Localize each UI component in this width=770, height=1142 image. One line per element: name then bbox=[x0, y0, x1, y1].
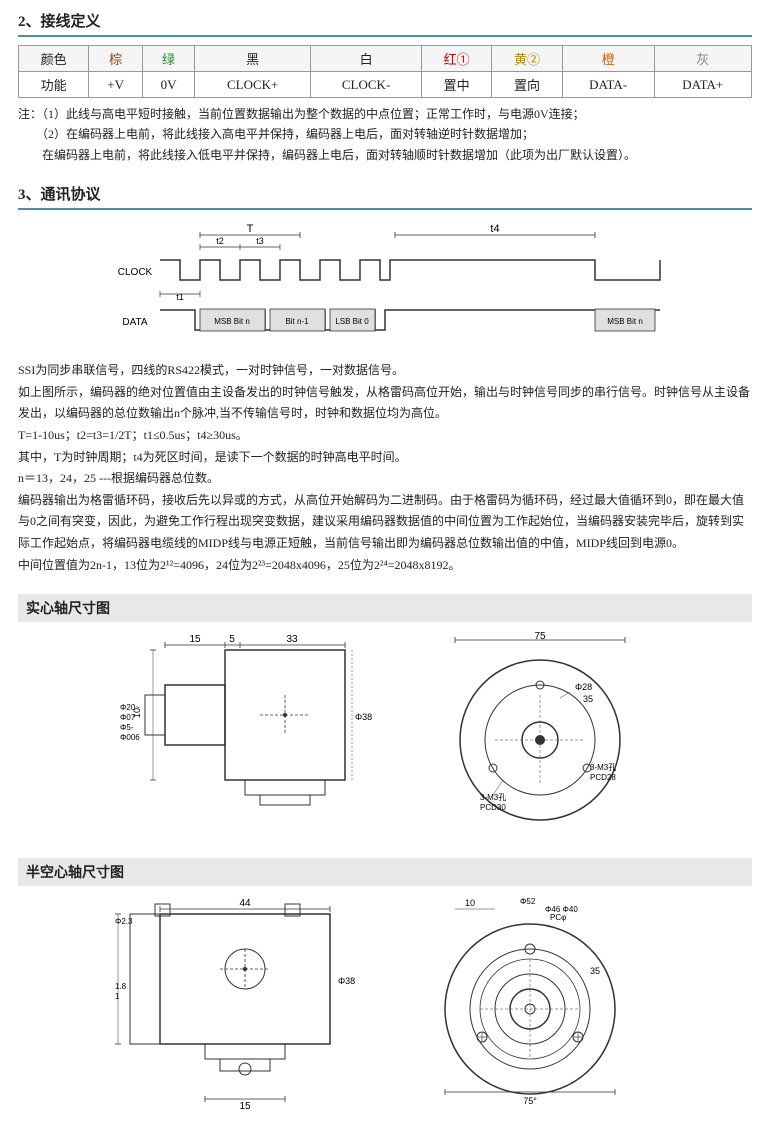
func-data-plus: DATA+ bbox=[654, 72, 751, 98]
col-gray: 灰 bbox=[654, 46, 751, 72]
svg-text:3-M3孔: 3-M3孔 bbox=[590, 763, 616, 772]
hollow-shaft-section: 半空心轴尺寸图 44 bbox=[18, 858, 752, 1114]
section-protocol: 3、通讯协议 T t2 t3 t4 CLOCK t1 DATA bbox=[18, 183, 752, 576]
svg-text:MSB Bit n: MSB Bit n bbox=[607, 317, 643, 326]
note-2: （2）在编码器上电前，将此线接入高电平并保持，编码器上电后，面对转轴逆时针数据增… bbox=[18, 124, 752, 144]
solid-shaft-section: 实心轴尺寸图 15 5 33 Φ20~ Φ07 Φ5- bbox=[18, 594, 752, 840]
col-black: 黑 bbox=[195, 46, 311, 72]
svg-text:35: 35 bbox=[590, 966, 600, 976]
section-wiring: 2、接线定义 颜色 棕 绿 黑 白 红① 黄② 橙 灰 功能 +V 0V CLO… bbox=[18, 10, 752, 165]
proto-line-1: SSI为同步串联信号，四线的RS422模式，一对时钟信号，一对数据信号。 bbox=[18, 360, 752, 382]
svg-text:3-M3孔: 3-M3孔 bbox=[480, 793, 506, 802]
hollow-shaft-title: 半空心轴尺寸图 bbox=[18, 858, 752, 886]
svg-text:Φ006: Φ006 bbox=[120, 733, 140, 742]
proto-line-3: T=1-10us；t2=t3=1/2T；t1≤0.5us；t4≥30us。 bbox=[18, 425, 752, 447]
svg-text:44: 44 bbox=[239, 898, 251, 909]
svg-text:10: 10 bbox=[465, 898, 475, 908]
func-0v: 0V bbox=[142, 72, 194, 98]
svg-text:1.8: 1.8 bbox=[115, 982, 127, 991]
function-label: 功能 bbox=[19, 72, 89, 98]
proto-line-6: 编码器输出为格雷循环码，接收后先以异或的方式，从高位开始解码为二进制码。由于格雷… bbox=[18, 490, 752, 555]
svg-text:33: 33 bbox=[286, 634, 298, 645]
svg-text:DATA: DATA bbox=[122, 317, 148, 328]
solid-shaft-right: 75 Φ28 35 3-M3孔 PCD28 3-M3孔 P bbox=[425, 630, 655, 840]
solid-shaft-left: 15 5 33 Φ20~ Φ07 Φ5- Φ006 Φ38 bbox=[115, 630, 405, 840]
svg-text:Φ52: Φ52 bbox=[520, 897, 536, 906]
hollow-shaft-left: 44 Φ2.3 1.8 1 Φ38 bbox=[110, 894, 400, 1114]
svg-text:75: 75 bbox=[534, 631, 546, 642]
protocol-text: SSI为同步串联信号，四线的RS422模式，一对时钟信号，一对数据信号。 如上图… bbox=[18, 360, 752, 576]
proto-line-7: 中间位置值为2n-1，13位为2¹²=4096，24位为2²³=2048x409… bbox=[18, 555, 752, 577]
table-header-row: 颜色 棕 绿 黑 白 红① 黄② 橙 灰 bbox=[19, 46, 752, 72]
col-white: 白 bbox=[311, 46, 422, 72]
func-direction: 置向 bbox=[492, 72, 562, 98]
timing-diagram: T t2 t3 t4 CLOCK t1 DATA bbox=[105, 220, 665, 350]
svg-text:15: 15 bbox=[239, 1101, 251, 1112]
svg-text:t4: t4 bbox=[490, 223, 499, 235]
svg-text:PCφ: PCφ bbox=[550, 913, 566, 922]
svg-text:Φ38: Φ38 bbox=[355, 712, 372, 722]
solid-shaft-diagrams: 15 5 33 Φ20~ Φ07 Φ5- Φ006 Φ38 bbox=[18, 630, 752, 840]
svg-text:1: 1 bbox=[115, 992, 120, 1001]
svg-text:CLOCK: CLOCK bbox=[118, 267, 153, 278]
col-color: 颜色 bbox=[19, 46, 89, 72]
note-1: 注：（1）此线与高电平短时接触，当前位置数据输出为整个数据的中点位置；正常工作时… bbox=[18, 104, 752, 124]
col-brown: 棕 bbox=[89, 46, 143, 72]
wiring-notes: 注：（1）此线与高电平短时接触，当前位置数据输出为整个数据的中点位置；正常工作时… bbox=[18, 104, 752, 165]
svg-text:35: 35 bbox=[583, 694, 593, 704]
func-clock-minus: CLOCK- bbox=[311, 72, 422, 98]
hollow-shaft-diagrams: 44 Φ2.3 1.8 1 Φ38 bbox=[18, 894, 752, 1114]
svg-text:10: 10 bbox=[132, 708, 142, 718]
svg-text:MSB Bit n: MSB Bit n bbox=[214, 317, 250, 326]
svg-text:PCD28: PCD28 bbox=[590, 773, 616, 782]
func-clock-plus: CLOCK+ bbox=[195, 72, 311, 98]
svg-text:Φ38: Φ38 bbox=[338, 976, 355, 986]
section3-title: 3、通讯协议 bbox=[18, 183, 752, 210]
proto-line-5: n＝13，24，25 ---根据编码器总位数。 bbox=[18, 468, 752, 490]
svg-text:Φ2.3: Φ2.3 bbox=[115, 917, 133, 926]
svg-text:15: 15 bbox=[189, 634, 201, 645]
svg-text:t2: t2 bbox=[216, 236, 224, 246]
svg-text:T: T bbox=[247, 223, 254, 235]
svg-text:Bit n-1: Bit n-1 bbox=[285, 317, 309, 326]
svg-text:t3: t3 bbox=[256, 236, 264, 246]
svg-text:75°: 75° bbox=[523, 1096, 537, 1106]
svg-text:PCD30: PCD30 bbox=[480, 803, 506, 812]
func-pv: +V bbox=[89, 72, 143, 98]
func-center: 置中 bbox=[421, 72, 491, 98]
svg-text:LSB Bit 0: LSB Bit 0 bbox=[335, 317, 369, 326]
svg-text:t1: t1 bbox=[176, 292, 184, 302]
table-function-row: 功能 +V 0V CLOCK+ CLOCK- 置中 置向 DATA- DATA+ bbox=[19, 72, 752, 98]
svg-text:5: 5 bbox=[229, 634, 235, 645]
svg-text:Φ5-: Φ5- bbox=[120, 723, 134, 732]
solid-shaft-title: 实心轴尺寸图 bbox=[18, 594, 752, 622]
svg-text:Φ28: Φ28 bbox=[575, 682, 592, 692]
col-yellow: 黄② bbox=[492, 46, 562, 72]
note-3: 在编码器上电前，将此线接入低电平并保持，编码器上电后，面对转轴顺时针数据增加（此… bbox=[18, 145, 752, 165]
proto-line-2: 如上图所示，编码器的绝对位置值由主设备发出的时钟信号触发，从格雷码高位开始，输出… bbox=[18, 382, 752, 425]
col-green: 绿 bbox=[142, 46, 194, 72]
col-orange: 橙 bbox=[562, 46, 654, 72]
func-data-minus: DATA- bbox=[562, 72, 654, 98]
wiring-table: 颜色 棕 绿 黑 白 红① 黄② 橙 灰 功能 +V 0V CLOCK+ CLO… bbox=[18, 45, 752, 98]
section2-title: 2、接线定义 bbox=[18, 10, 752, 37]
col-red: 红① bbox=[421, 46, 491, 72]
hollow-shaft-right: 10 Φ52 Φ46 Φ40 PCφ 35 bbox=[420, 894, 660, 1114]
proto-line-4: 其中，T为时钟周期；t4为死区时间，是读下一个数据的时钟高电平时间。 bbox=[18, 447, 752, 469]
